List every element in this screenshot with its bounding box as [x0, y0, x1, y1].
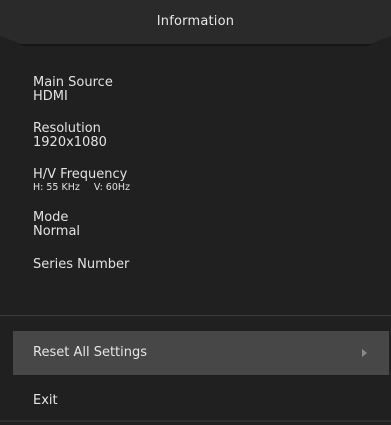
exit-label: Exit [33, 393, 58, 408]
v-frequency-value: V: 60Hz [93, 182, 131, 193]
reset-all-settings-label: Reset All Settings [33, 345, 148, 360]
hv-frequency-label: H/V Frequency [33, 167, 128, 182]
bottom-border [0, 420, 391, 422]
resolution-value: 1920x1080 [33, 135, 107, 150]
page-title: Information [156, 14, 235, 29]
chevron-right-icon [362, 349, 367, 357]
hv-frequency-value: H: 55 KHz V: 60Hz [33, 182, 130, 194]
resolution-group: Resolution 1920x1080 [33, 122, 107, 150]
exit-button[interactable]: Exit [13, 379, 389, 423]
hv-frequency-group: H/V Frequency H: 55 KHz V: 60Hz [33, 168, 130, 194]
series-number-label: Series Number [33, 257, 130, 272]
main-source-label: Main Source [33, 75, 113, 90]
reset-all-settings-button[interactable]: Reset All Settings [13, 331, 389, 375]
osd-panel: Information Main Source HDMI Resolution … [0, 0, 391, 425]
main-source-value: HDMI [33, 89, 68, 104]
resolution-label: Resolution [33, 121, 101, 136]
divider [0, 315, 391, 316]
h-frequency-value: H: 55 KHz [33, 182, 80, 193]
series-number-group: Series Number [33, 258, 129, 272]
header-bar: Information [0, 0, 391, 46]
mode-label: Mode [33, 210, 69, 225]
mode-group: Mode Normal [33, 211, 80, 239]
mode-value: Normal [33, 224, 81, 239]
main-source-group: Main Source HDMI [33, 76, 113, 104]
